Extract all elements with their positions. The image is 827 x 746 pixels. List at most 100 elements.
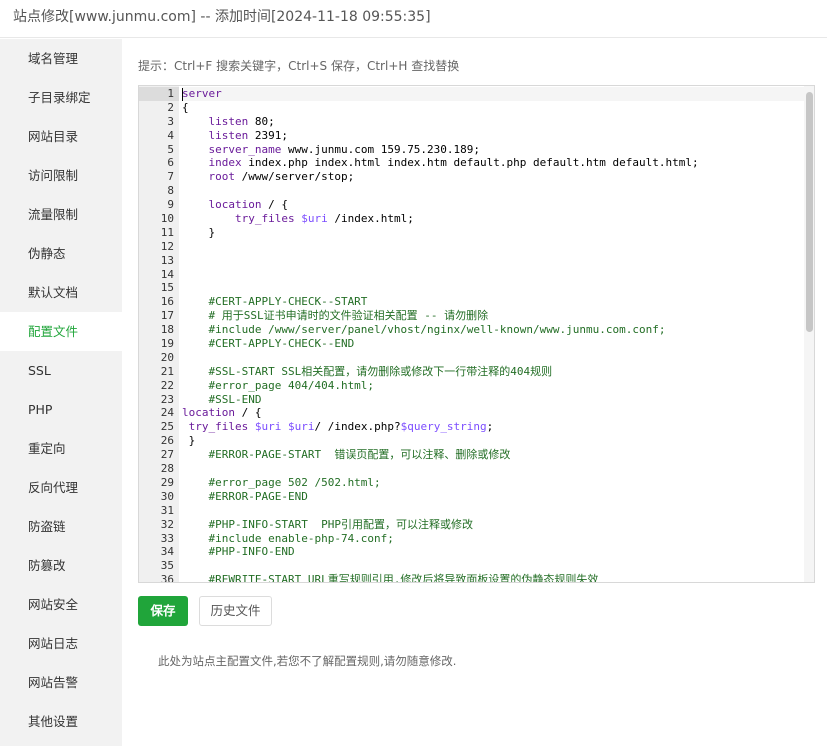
code-line[interactable]: 5 server_name www.junmu.com 159.75.230.1…	[139, 143, 804, 157]
code-line[interactable]: 28	[139, 462, 804, 476]
line-code[interactable]: server_name www.junmu.com 159.75.230.189…	[182, 143, 804, 157]
line-code[interactable]: # 用于SSL证书申请时的文件验证相关配置 -- 请勿删除	[182, 309, 804, 323]
line-number: 19	[160, 337, 174, 351]
line-number: 13	[160, 253, 174, 267]
code-line[interactable]: 4 listen 2391;	[139, 129, 804, 143]
line-code[interactable]: #SSL-START SSL相关配置，请勿删除或修改下一行带注释的404规则	[182, 365, 804, 379]
sidebar-item[interactable]: 网站安全	[0, 585, 122, 624]
code-line[interactable]: 30 #ERROR-PAGE-END	[139, 490, 804, 504]
editor-scrollbar[interactable]	[804, 86, 814, 582]
line-number: 15	[160, 281, 174, 295]
sidebar-item[interactable]: 伪静态	[0, 234, 122, 273]
line-code[interactable]: }	[182, 226, 804, 240]
line-code[interactable]: #SSL-END	[182, 393, 804, 407]
line-code[interactable]: #CERT-APPLY-CHECK--START	[182, 295, 804, 309]
sidebar-item[interactable]: 子目录绑定	[0, 78, 122, 117]
code-line[interactable]: 10 try_files $uri /index.html;	[139, 212, 804, 226]
code-line[interactable]: 34 #PHP-INFO-END	[139, 545, 804, 559]
line-code[interactable]: #CERT-APPLY-CHECK--END	[182, 337, 804, 351]
code-line[interactable]: 12	[139, 240, 804, 254]
sidebar-item[interactable]: 默认文档	[0, 273, 122, 312]
code-line[interactable]: 35	[139, 559, 804, 573]
code-line[interactable]: 3 listen 80;	[139, 115, 804, 129]
line-code[interactable]: #ERROR-PAGE-START 错误页配置，可以注释、删除或修改	[182, 448, 804, 462]
line-code[interactable]: root /www/server/stop;	[182, 170, 804, 184]
code-line[interactable]: 24 location / {	[139, 406, 804, 420]
line-number: 18	[160, 323, 174, 337]
line-code[interactable]: #include enable-php-74.conf;	[182, 532, 804, 546]
sidebar-item[interactable]: 网站目录	[0, 117, 122, 156]
line-number: 4	[167, 128, 174, 142]
sidebar-item[interactable]: 重定向	[0, 429, 122, 468]
editor-scrollbar-thumb[interactable]	[806, 92, 813, 332]
code-line[interactable]: 36 #REWRITE-START URL重写规则引用,修改后将导致面板设置的伪…	[139, 573, 804, 582]
line-number: 8	[167, 184, 174, 198]
sidebar-item[interactable]: SSL	[0, 351, 122, 390]
sidebar-item[interactable]: 流量限制	[0, 195, 122, 234]
config-warning-note: 此处为站点主配置文件,若您不了解配置规则,请勿随意修改.	[158, 654, 457, 668]
line-number: 6	[167, 156, 174, 170]
line-number: 7	[167, 170, 174, 184]
code-line[interactable]: 15	[139, 281, 804, 295]
sidebar-item[interactable]: 配置文件	[0, 312, 122, 351]
line-code[interactable]: try_files $uri /index.html;	[182, 212, 804, 226]
sidebar-item[interactable]: 反向代理	[0, 468, 122, 507]
code-line[interactable]: 8	[139, 184, 804, 198]
code-line[interactable]: 26 }	[139, 434, 804, 448]
code-line[interactable]: 17 # 用于SSL证书申请时的文件验证相关配置 -- 请勿删除	[139, 309, 804, 323]
code-line[interactable]: 29 #error_page 502 /502.html;	[139, 476, 804, 490]
line-code[interactable]: listen 80;	[182, 115, 804, 129]
code-line[interactable]: 7 root /www/server/stop;	[139, 170, 804, 184]
code-line[interactable]: 14	[139, 268, 804, 282]
line-code[interactable]: try_files $uri $uri/ /index.php?$query_s…	[182, 420, 804, 434]
code-line[interactable]: 27 #ERROR-PAGE-START 错误页配置，可以注释、删除或修改	[139, 448, 804, 462]
line-code[interactable]: #REWRITE-START URL重写规则引用,修改后将导致面板设置的伪静态规…	[182, 573, 804, 582]
save-button[interactable]: 保存	[138, 596, 188, 626]
sidebar-item[interactable]: 网站告警	[0, 663, 122, 702]
code-line[interactable]: 31	[139, 504, 804, 518]
code-line[interactable]: 16 #CERT-APPLY-CHECK--START	[139, 295, 804, 309]
line-code[interactable]: {	[182, 101, 804, 115]
code-line[interactable]: 19 #CERT-APPLY-CHECK--END	[139, 337, 804, 351]
code-line[interactable]: 22 #error_page 404/404.html;	[139, 379, 804, 393]
line-number: 10	[160, 212, 174, 226]
code-line[interactable]: 2{	[139, 101, 804, 115]
line-number: 17	[160, 309, 174, 323]
line-code[interactable]: #PHP-INFO-START PHP引用配置，可以注释或修改	[182, 518, 804, 532]
line-code[interactable]: #include /www/server/panel/vhost/nginx/w…	[182, 323, 804, 337]
code-line[interactable]: 1 server	[139, 87, 804, 101]
line-number: 11	[160, 225, 174, 239]
code-line[interactable]: 11 }	[139, 226, 804, 240]
code-line[interactable]: 18 #include /www/server/panel/vhost/ngin…	[139, 323, 804, 337]
line-code[interactable]: #ERROR-PAGE-END	[182, 490, 804, 504]
sidebar-item[interactable]: PHP	[0, 390, 122, 429]
history-files-button[interactable]: 历史文件	[199, 596, 272, 626]
line-code[interactable]: #PHP-INFO-END	[182, 545, 804, 559]
code-lines[interactable]: 1 server 2{3 listen 80; 4 listen 2391; 5 ser…	[139, 87, 804, 582]
sidebar-item[interactable]: 域名管理	[0, 39, 122, 78]
sidebar-item[interactable]: 防篡改	[0, 546, 122, 585]
line-code[interactable]: location / {	[182, 198, 804, 212]
code-line[interactable]: 33 #include enable-php-74.conf;	[139, 532, 804, 546]
line-code[interactable]: #error_page 502 /502.html;	[182, 476, 804, 490]
sidebar-item[interactable]: 其他设置	[0, 702, 122, 741]
line-code[interactable]: listen 2391;	[182, 129, 804, 143]
line-code[interactable]: server	[182, 87, 804, 101]
sidebar-item[interactable]: 访问限制	[0, 156, 122, 195]
code-line[interactable]: 21 #SSL-START SSL相关配置，请勿删除或修改下一行带注释的404规…	[139, 365, 804, 379]
code-line[interactable]: 23 #SSL-END	[139, 393, 804, 407]
sidebar-item[interactable]: 网站日志	[0, 624, 122, 663]
code-line[interactable]: 9 location / {	[139, 198, 804, 212]
code-line[interactable]: 20	[139, 351, 804, 365]
code-line[interactable]: 6 index index.php index.html index.htm d…	[139, 156, 804, 170]
line-code[interactable]: index index.php index.html index.htm def…	[182, 156, 804, 170]
code-line[interactable]: 25 try_files $uri $uri/ /index.php?$quer…	[139, 420, 804, 434]
code-editor[interactable]: 1 server 2{3 listen 80; 4 listen 2391; 5 ser…	[138, 85, 815, 583]
line-code[interactable]: location / {	[182, 406, 804, 420]
line-number: 9	[167, 198, 174, 212]
code-line[interactable]: 32 #PHP-INFO-START PHP引用配置，可以注释或修改	[139, 518, 804, 532]
sidebar-item[interactable]: 防盗链	[0, 507, 122, 546]
line-code[interactable]: }	[182, 434, 804, 448]
line-code[interactable]: #error_page 404/404.html;	[182, 379, 804, 393]
code-line[interactable]: 13	[139, 254, 804, 268]
